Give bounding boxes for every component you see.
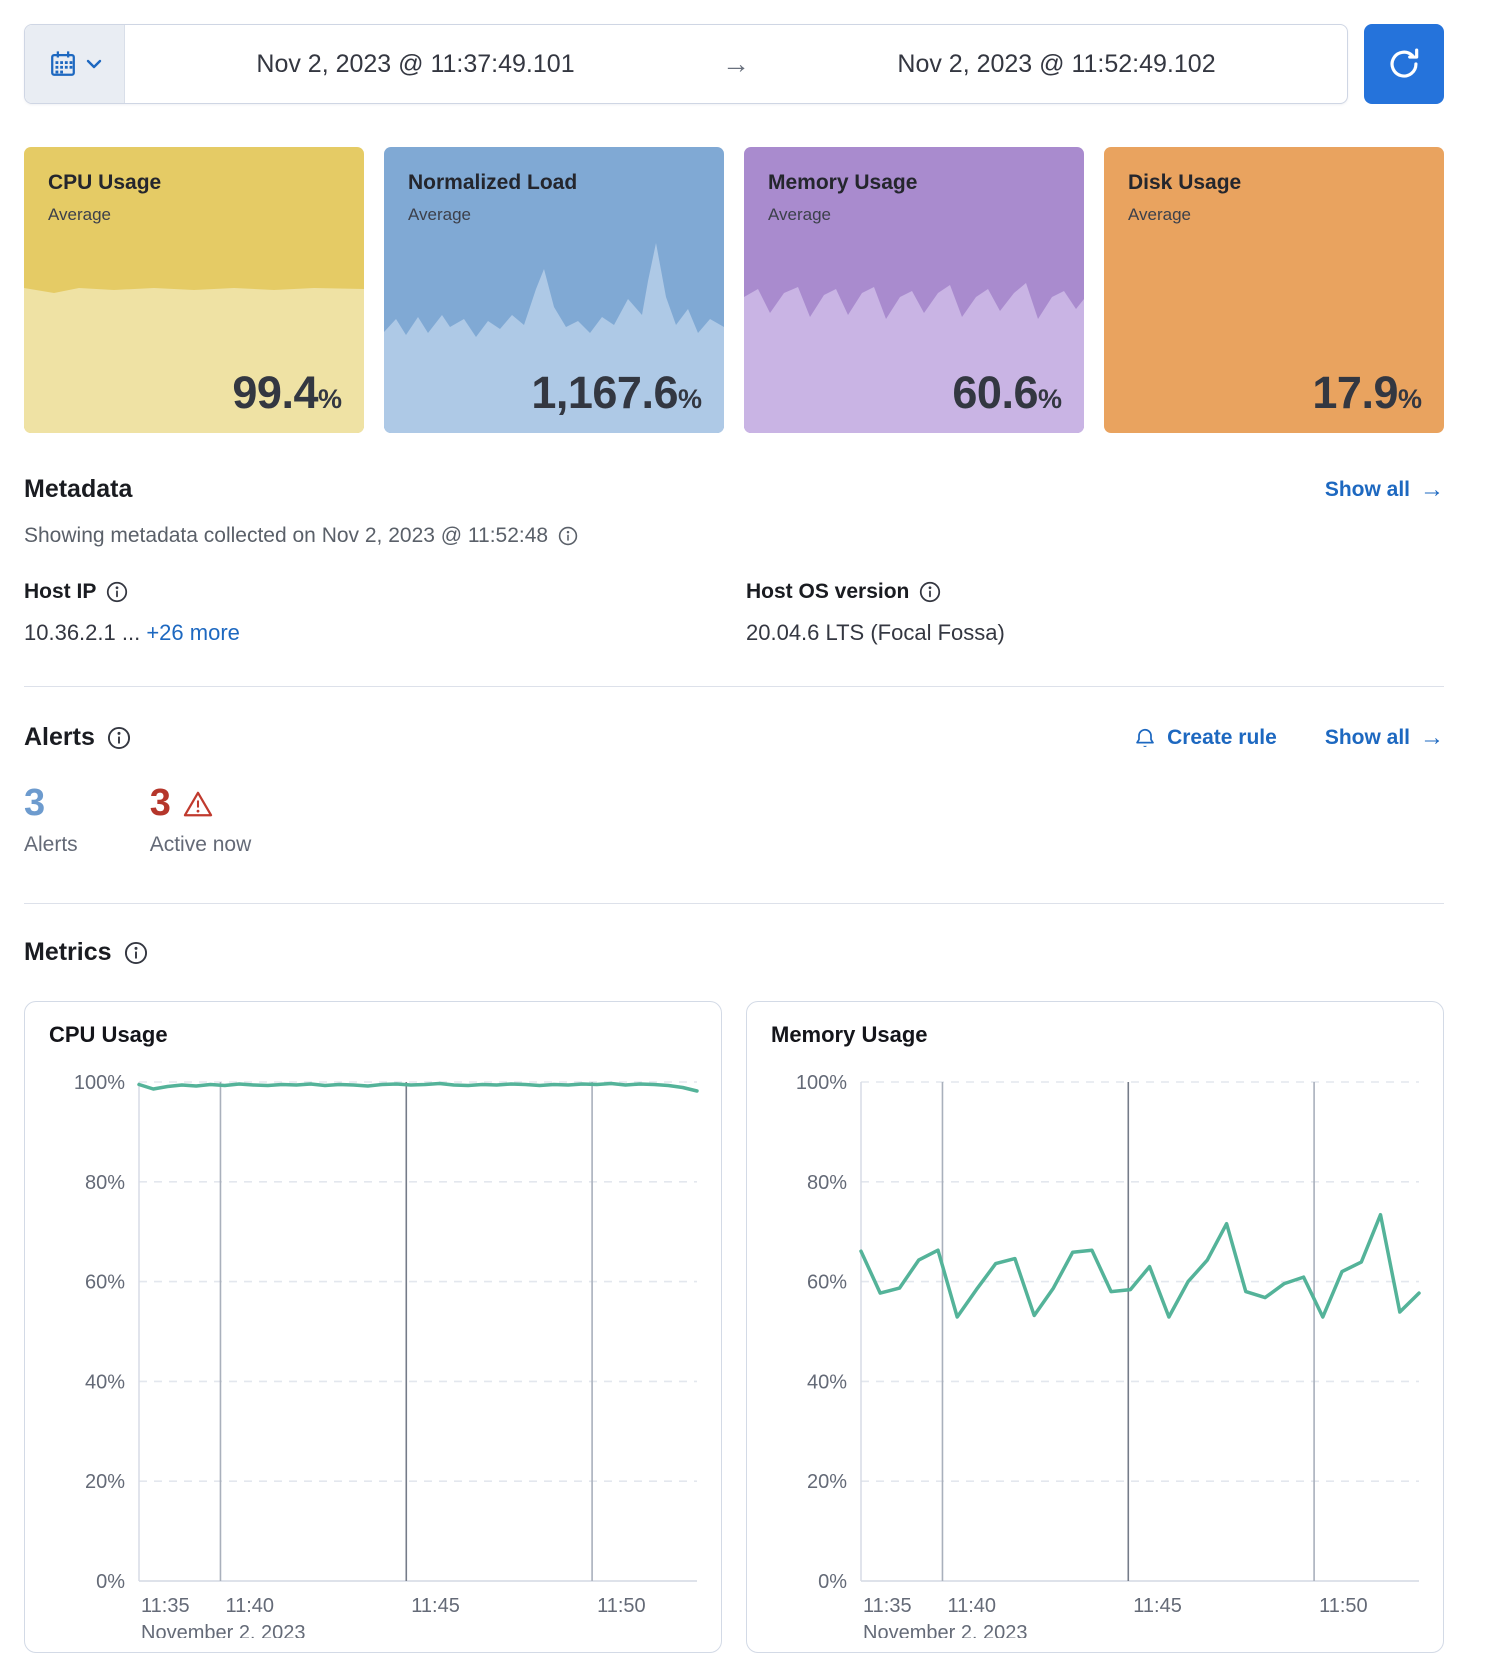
metrics-heading: Metrics xyxy=(24,938,112,967)
alerts-section: Alerts Cre xyxy=(24,723,1444,904)
info-icon[interactable] xyxy=(107,726,131,750)
svg-text:40%: 40% xyxy=(85,1371,125,1393)
kpi-title: CPU Usage xyxy=(24,147,364,195)
kpi-value: 17.9% xyxy=(1312,367,1422,419)
kpi-card-normalized-load[interactable]: Normalized Load Average 1,167.6% xyxy=(384,147,724,433)
svg-text:November 2, 2023: November 2, 2023 xyxy=(141,1622,306,1638)
alerts-active-stat: 3 Active now xyxy=(150,782,252,857)
memory-usage-chart[interactable]: 0% 20% 40% 60% 80% 100% 11:35 11:40 11:45 11:50 No… xyxy=(747,1056,1443,1638)
memory-usage-chart-card: Memory Usage 0% 20% 40% 60% 80% 100% 11:35 11:4… xyxy=(746,1001,1444,1653)
metadata-section: Metadata Show all→ Showing metadata coll… xyxy=(24,475,1444,687)
cpu-usage-chart[interactable]: 0% 20% 40% 60% 80% 100% 11:35 11:40 11:45 11:50 No… xyxy=(25,1056,721,1638)
svg-text:11:35: 11:35 xyxy=(863,1595,912,1617)
create-rule-link[interactable]: Create rule xyxy=(1133,726,1277,750)
alerts-heading: Alerts xyxy=(24,723,95,752)
end-date-field[interactable]: Nov 2, 2023 @ 11:52:49.102 xyxy=(766,25,1347,103)
arrow-right-icon: → xyxy=(1420,476,1444,504)
host-overview-page: Nov 2, 2023 @ 11:37:49.101 → Nov 2, 2023… xyxy=(0,0,1500,1653)
info-icon[interactable] xyxy=(106,581,128,603)
alerts-count-stat: 3 Alerts xyxy=(24,782,78,857)
date-range-picker: Nov 2, 2023 @ 11:37:49.101 → Nov 2, 2023… xyxy=(24,24,1348,104)
refresh-button[interactable] xyxy=(1364,24,1444,104)
kpi-value: 99.4% xyxy=(232,367,342,419)
svg-text:100%: 100% xyxy=(74,1072,125,1094)
svg-text:November 2, 2023: November 2, 2023 xyxy=(863,1622,1028,1638)
svg-text:80%: 80% xyxy=(807,1172,847,1194)
kpi-value: 1,167.6% xyxy=(531,367,702,419)
metadata-field-host-ip: Host IP 10.36.2.1 ... +26 more xyxy=(24,580,722,646)
chart-title: CPU Usage xyxy=(25,1022,721,1048)
info-icon[interactable] xyxy=(919,581,941,603)
kpi-subtitle: Average xyxy=(1104,195,1444,225)
svg-text:60%: 60% xyxy=(807,1272,847,1294)
bell-icon xyxy=(1133,726,1157,750)
host-ip-more-link[interactable]: +26 more xyxy=(146,620,240,646)
section-divider xyxy=(24,903,1444,904)
metadata-show-all-link[interactable]: Show all→ xyxy=(1325,476,1444,504)
svg-text:11:40: 11:40 xyxy=(947,1595,996,1617)
chart-title: Memory Usage xyxy=(747,1022,1443,1048)
range-arrow-icon: → xyxy=(706,25,766,103)
svg-text:0%: 0% xyxy=(96,1571,125,1593)
svg-text:80%: 80% xyxy=(85,1172,125,1194)
svg-text:60%: 60% xyxy=(85,1272,125,1294)
alerts-show-all-link[interactable]: Show all→ xyxy=(1325,724,1444,752)
field-label: Host OS version xyxy=(746,580,909,604)
metadata-field-host-os-version: Host OS version 20.04.6 LTS (Focal Fossa… xyxy=(746,580,1444,646)
kpi-card-disk-usage[interactable]: Disk Usage Average 17.9% xyxy=(1104,147,1444,433)
refresh-icon xyxy=(1385,45,1423,83)
svg-text:100%: 100% xyxy=(796,1072,847,1094)
kpi-card-memory-usage[interactable]: Memory Usage Average 60.6% xyxy=(744,147,1084,433)
svg-text:40%: 40% xyxy=(807,1371,847,1393)
svg-text:11:45: 11:45 xyxy=(1133,1595,1182,1617)
field-label: Host IP xyxy=(24,580,96,604)
alerts-count-label: Alerts xyxy=(24,833,78,857)
metadata-subtitle: Showing metadata collected on Nov 2, 202… xyxy=(24,524,548,548)
svg-text:20%: 20% xyxy=(807,1471,847,1493)
svg-text:20%: 20% xyxy=(85,1471,125,1493)
kpi-title: Memory Usage xyxy=(744,147,1084,195)
kpi-card-cpu-usage[interactable]: CPU Usage Average 99.4% xyxy=(24,147,364,433)
host-os-version-value: 20.04.6 LTS (Focal Fossa) xyxy=(746,620,1005,645)
metrics-section: Metrics CPU Usage 0% 20% 40% 60% 80% 100% 11:3… xyxy=(24,938,1444,1653)
info-icon[interactable] xyxy=(558,526,578,546)
alerts-active-value: 3 xyxy=(150,782,171,825)
calendar-icon xyxy=(48,49,78,79)
kpi-value: 60.6% xyxy=(952,367,1062,419)
chevron-down-icon xyxy=(86,59,102,69)
kpi-card-row: CPU Usage Average 99.4% Normalized Load … xyxy=(24,147,1444,433)
alerts-count-value: 3 xyxy=(24,782,78,825)
metadata-heading: Metadata xyxy=(24,475,132,504)
time-range-bar: Nov 2, 2023 @ 11:37:49.101 → Nov 2, 2023… xyxy=(24,24,1444,104)
svg-text:0%: 0% xyxy=(818,1571,847,1593)
svg-text:11:35: 11:35 xyxy=(141,1595,190,1617)
svg-text:11:50: 11:50 xyxy=(597,1595,646,1617)
cpu-usage-chart-card: CPU Usage 0% 20% 40% 60% 80% 100% 11:35 11:40 11… xyxy=(24,1001,722,1653)
svg-text:11:50: 11:50 xyxy=(1319,1595,1368,1617)
kpi-title: Normalized Load xyxy=(384,147,724,195)
section-divider xyxy=(24,686,1444,687)
alerts-active-label: Active now xyxy=(150,833,252,857)
arrow-right-icon: → xyxy=(1420,724,1444,752)
info-icon[interactable] xyxy=(124,941,148,965)
start-date-field[interactable]: Nov 2, 2023 @ 11:37:49.101 xyxy=(125,25,706,103)
quick-select-menu-button[interactable] xyxy=(25,25,125,103)
kpi-title: Disk Usage xyxy=(1104,147,1444,195)
kpi-subtitle: Average xyxy=(384,195,724,225)
kpi-subtitle: Average xyxy=(744,195,1084,225)
svg-text:11:40: 11:40 xyxy=(225,1595,274,1617)
warning-triangle-icon xyxy=(183,790,213,818)
host-ip-value: 10.36.2.1 ... xyxy=(24,620,140,645)
svg-text:11:45: 11:45 xyxy=(411,1595,460,1617)
kpi-subtitle: Average xyxy=(24,195,364,225)
